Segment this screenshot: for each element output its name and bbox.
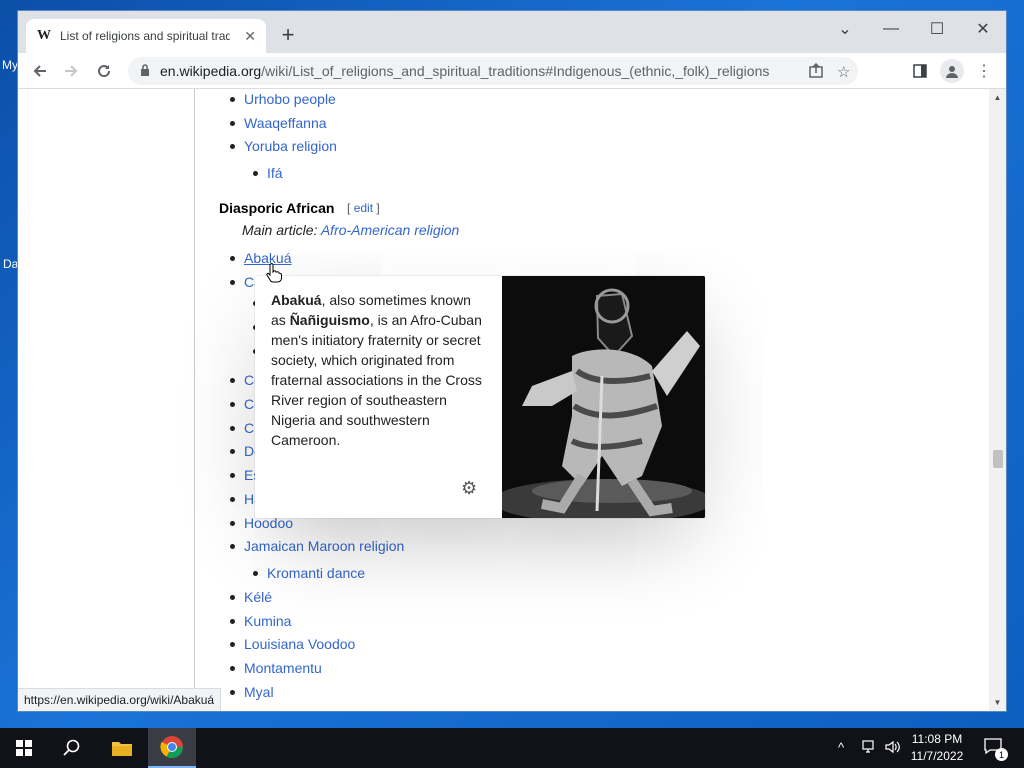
list-item: Yoruba religion	[230, 138, 337, 154]
list-item: Urhobo people	[230, 91, 336, 107]
list-link[interactable]: Urhobo people	[244, 91, 336, 107]
tab-title: List of religions and spiritual tradi	[60, 29, 230, 43]
clock-date: 11/7/2022	[910, 749, 964, 763]
notification-badge: 1	[995, 748, 1008, 761]
list-item: Kumina	[230, 613, 291, 629]
list-link[interactable]: Yoruba religion	[244, 138, 337, 154]
list-link[interactable]: Kromanti dance	[267, 565, 365, 581]
list-item: Ifá	[253, 165, 283, 181]
list-link[interactable]: Louisiana Voodoo	[244, 636, 355, 652]
url-text: en.wikipedia.org/wiki/List_of_religions_…	[160, 63, 770, 79]
list-item: Abakuá	[230, 250, 291, 266]
preview-bold-alias: Ñañiguismo	[289, 312, 370, 328]
gear-icon[interactable]: ⚙	[461, 478, 477, 499]
list-link[interactable]: Montamentu	[244, 660, 322, 676]
wikipedia-favicon-icon: W	[37, 28, 51, 43]
address-bar[interactable]: en.wikipedia.org/wiki/List_of_religions_…	[128, 57, 858, 85]
preview-extract: Abakuá, also sometimes known as Ñañiguis…	[271, 290, 489, 450]
edit-section-link[interactable]: edit	[354, 201, 373, 215]
lock-icon[interactable]	[140, 63, 150, 79]
sidebar-divider	[194, 89, 195, 711]
system-clock[interactable]: 11:08 PM 11/7/2022	[902, 731, 972, 765]
share-icon[interactable]	[808, 62, 824, 83]
list-link[interactable]: Jamaican Maroon religion	[244, 538, 404, 554]
new-tab-button[interactable]: +	[276, 22, 300, 47]
windows-start-icon[interactable]	[0, 728, 48, 768]
list-link[interactable]: Waaqeffanna	[244, 115, 327, 131]
preview-thumbnail[interactable]	[502, 276, 705, 518]
list-item: Kélé	[230, 589, 272, 605]
forward-arrow-icon[interactable]	[59, 59, 83, 83]
notification-icon[interactable]: 1	[984, 738, 1008, 761]
tab-search-button[interactable]: ⌄	[822, 15, 868, 43]
hatnote-link[interactable]: Afro-American religion	[321, 222, 460, 238]
preview-text: , is an Afro-Cuban men's initiatory frat…	[271, 312, 482, 448]
search-icon[interactable]	[48, 728, 96, 768]
list-item: Waaqeffanna	[230, 115, 327, 131]
status-bubble: https://en.wikipedia.org/wiki/Abakuá	[18, 688, 222, 711]
close-window-button[interactable]: ✕	[960, 15, 1006, 43]
bookmark-star-icon[interactable]: ☆	[837, 63, 850, 81]
network-icon[interactable]	[862, 740, 878, 757]
desktop-icon-label[interactable]: My	[2, 58, 18, 72]
taskbar: ^ 11:08 PM 11/7/2022 1	[0, 728, 1024, 768]
edit-section: [ edit ]	[347, 201, 380, 215]
list-link[interactable]: Ifá	[267, 165, 283, 181]
list-item: Montamentu	[230, 660, 322, 676]
chevron-up-icon[interactable]: ^	[838, 740, 844, 755]
file-explorer-icon[interactable]	[98, 728, 146, 768]
vertical-scrollbar[interactable]: ▲ ▼	[989, 89, 1006, 711]
list-item: Louisiana Voodoo	[230, 636, 355, 652]
browser-window: W List of religions and spiritual tradi …	[18, 11, 1006, 711]
list-item: Myal	[230, 684, 274, 700]
list-link[interactable]: Myal	[244, 684, 274, 700]
browser-toolbar: en.wikipedia.org/wiki/List_of_religions_…	[18, 53, 1006, 89]
desktop-icon-label[interactable]: Da	[3, 257, 18, 271]
hand-cursor-icon	[266, 263, 282, 288]
scroll-down-icon[interactable]: ▼	[989, 694, 1006, 711]
scroll-up-icon[interactable]: ▲	[989, 89, 1006, 106]
reload-icon[interactable]	[92, 59, 116, 83]
list-item: Kromanti dance	[253, 565, 365, 581]
side-panel-icon[interactable]	[908, 59, 932, 83]
page-preview-popup[interactable]: Abakuá, also sometimes known as Ñañiguis…	[255, 276, 705, 518]
profile-avatar-icon[interactable]	[940, 59, 964, 83]
more-menu-icon[interactable]: ⋮	[972, 59, 996, 83]
edit-bracket: [	[347, 201, 351, 215]
hatnote-prefix: Main article:	[242, 222, 321, 238]
list-link[interactable]: Kélé	[244, 589, 272, 605]
chrome-icon[interactable]	[148, 728, 196, 768]
close-icon[interactable]: ✕	[244, 28, 256, 45]
page-viewport: Urhobo people Waaqeffanna Yoruba religio…	[18, 89, 1006, 711]
clock-time: 11:08 PM	[911, 732, 963, 746]
minimize-button[interactable]: —	[868, 15, 914, 43]
maximize-button[interactable]: ☐	[914, 15, 960, 43]
list-link[interactable]: Kumina	[244, 613, 291, 629]
speaker-icon[interactable]	[885, 740, 901, 757]
list-item: Jamaican Maroon religion	[230, 538, 404, 554]
edit-bracket: ]	[376, 201, 380, 215]
hatnote: Main article: Afro-American religion	[242, 222, 459, 238]
preview-bold-title: Abakuá	[271, 292, 322, 308]
section-heading: Diasporic African	[219, 200, 335, 216]
tab-strip: W List of religions and spiritual tradi …	[18, 11, 1006, 53]
browser-tab[interactable]: W List of religions and spiritual tradi …	[26, 19, 266, 53]
back-arrow-icon[interactable]	[28, 59, 52, 83]
scrollbar-thumb[interactable]	[993, 450, 1003, 468]
